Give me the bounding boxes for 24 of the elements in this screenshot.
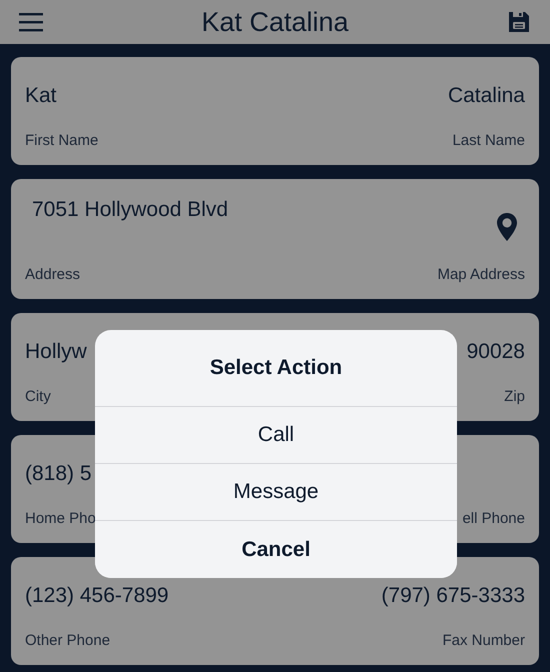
field-label: Other Phone: [25, 632, 110, 649]
field-label: Last Name: [452, 132, 525, 149]
field-value: Kat: [25, 84, 57, 108]
field-value: (123) 456-7899: [25, 584, 169, 608]
map-pin-icon[interactable]: [496, 212, 518, 242]
screen-title: Kat Catalina: [200, 6, 350, 38]
save-icon[interactable]: [507, 10, 531, 34]
field-value: Hollyw: [25, 340, 87, 364]
menu-icon[interactable]: [19, 12, 43, 32]
field-label: Home Pho: [25, 510, 96, 527]
field-value: 90028: [466, 340, 525, 364]
field-label: ell Phone: [462, 510, 525, 527]
field-value: (818) 5: [25, 462, 92, 486]
field-label: First Name: [25, 132, 98, 149]
field-value: (797) 675-3333: [381, 584, 525, 608]
field-label: Zip: [504, 388, 525, 405]
field-label: Map Address: [437, 266, 525, 283]
field-card[interactable]: 7051 Hollywood Blvd Address Map Address: [11, 179, 539, 299]
field-label: Fax Number: [442, 632, 525, 649]
field-label: City: [25, 388, 51, 405]
field-card[interactable]: Kat Catalina First Name Last Name: [11, 57, 539, 165]
field-value: 7051 Hollywood Blvd: [32, 198, 228, 222]
field-value: Catalina: [448, 84, 525, 108]
field-label: Address: [25, 266, 80, 283]
